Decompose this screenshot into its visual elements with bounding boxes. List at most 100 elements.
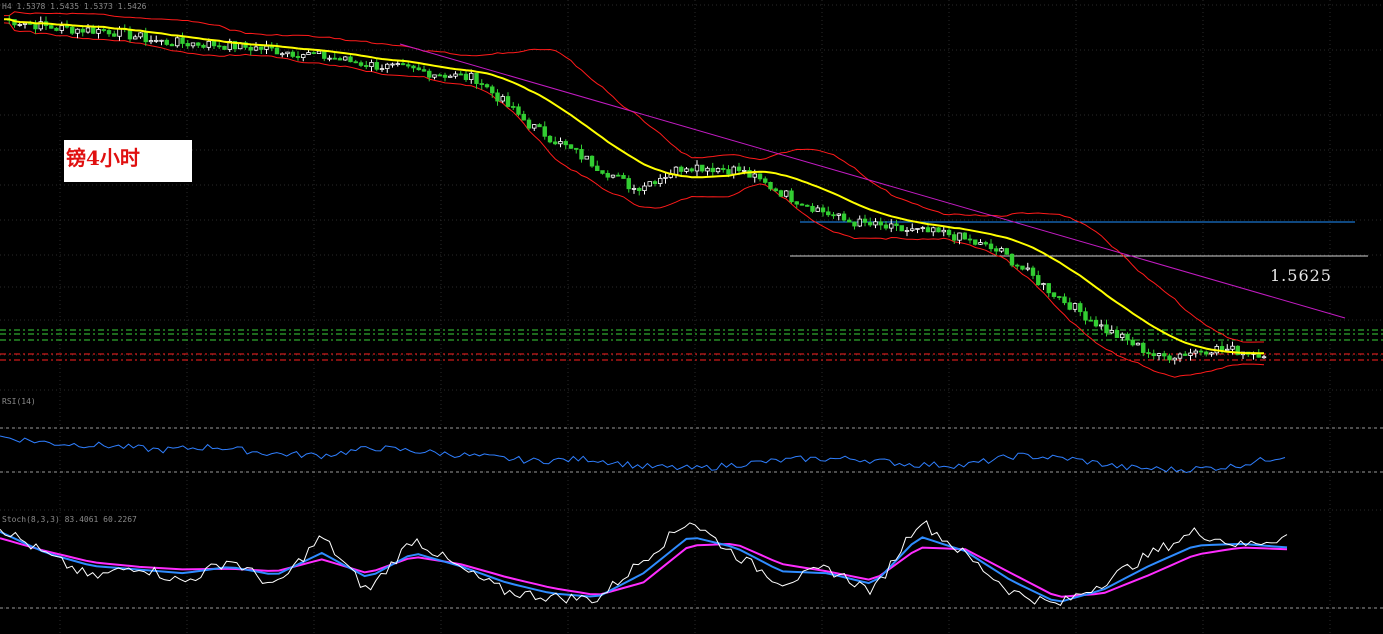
candle-body <box>1188 352 1193 356</box>
candle-body <box>500 96 505 102</box>
candle-body <box>406 64 411 67</box>
candle-body <box>1062 296 1067 304</box>
price-chart[interactable] <box>0 0 1383 634</box>
candle <box>442 72 448 82</box>
candle <box>1156 352 1162 361</box>
candle-body <box>432 74 437 78</box>
candle <box>175 35 180 48</box>
candle <box>978 239 983 245</box>
candle-body <box>280 53 285 56</box>
candle <box>910 223 915 232</box>
candle <box>463 69 469 82</box>
candle-body <box>773 188 778 192</box>
candle <box>1235 345 1240 356</box>
candle-body <box>253 46 259 51</box>
candle-body <box>836 213 841 216</box>
candle <box>616 172 621 177</box>
candle <box>815 205 820 212</box>
candle-body <box>1030 267 1036 276</box>
candle <box>610 174 616 179</box>
candle <box>169 43 175 47</box>
candle-body <box>873 221 878 226</box>
candle-body <box>1099 324 1104 327</box>
candle <box>259 46 264 55</box>
candle-body <box>495 92 500 102</box>
candle-body <box>358 62 364 66</box>
candle <box>526 117 532 131</box>
candle-body <box>915 228 920 230</box>
candle <box>763 176 768 185</box>
candle-body <box>148 40 154 43</box>
candle <box>253 42 259 52</box>
candle <box>311 51 316 55</box>
candle <box>1099 319 1104 330</box>
candle <box>805 204 810 207</box>
candle-body <box>1004 248 1009 255</box>
candle-body <box>988 243 994 250</box>
candle-body <box>763 178 768 183</box>
candle-body <box>1172 357 1177 361</box>
candle-body <box>574 147 579 150</box>
stoch-signal-line <box>0 530 1288 603</box>
stoch-signal2-line <box>0 537 1288 598</box>
candle-body <box>689 168 694 172</box>
candle <box>700 164 705 173</box>
candle-body <box>862 218 868 223</box>
candle-body <box>910 228 915 231</box>
candle <box>589 155 595 168</box>
candle <box>710 162 715 176</box>
candle <box>80 25 85 37</box>
candle <box>1004 247 1009 255</box>
candle-body <box>1151 353 1156 357</box>
candle-body <box>684 168 689 172</box>
candle <box>222 45 227 50</box>
candle-body <box>390 63 395 66</box>
candle <box>164 38 169 46</box>
candle-body <box>847 219 852 223</box>
candle-body <box>936 227 941 233</box>
candle <box>1261 354 1267 359</box>
candle-body <box>211 40 217 47</box>
candle-body <box>1104 324 1109 334</box>
candle-body <box>595 165 600 171</box>
candle-body <box>1146 352 1151 355</box>
candle <box>658 174 663 187</box>
candle-body <box>1125 333 1130 341</box>
candle-body <box>778 190 784 197</box>
candle <box>584 155 589 160</box>
candle <box>379 64 385 72</box>
candle <box>673 166 679 179</box>
candle-body <box>348 56 353 63</box>
candle <box>1172 357 1177 365</box>
candle <box>385 62 390 73</box>
candle <box>920 226 925 233</box>
candle-body <box>154 39 159 42</box>
candle <box>290 50 295 59</box>
candle-body <box>941 229 946 233</box>
candle-body <box>143 32 148 43</box>
candle-body <box>85 27 91 33</box>
candle-body <box>694 164 700 172</box>
candle <box>1020 265 1025 271</box>
candle <box>1072 302 1078 313</box>
candle-body <box>395 63 400 65</box>
candle <box>621 172 626 179</box>
candle-body <box>820 207 826 213</box>
candle <box>196 42 201 48</box>
candle <box>1030 265 1036 280</box>
candle <box>1130 336 1135 347</box>
candle-body <box>1015 264 1020 267</box>
candle <box>280 52 285 58</box>
candle-body <box>379 68 385 70</box>
candle-body <box>343 56 348 61</box>
candle-body <box>17 24 22 26</box>
candle-body <box>616 174 621 177</box>
candle-body <box>563 141 568 146</box>
candle-body <box>1183 353 1188 356</box>
candle-body <box>700 164 705 172</box>
candle-body <box>973 239 978 245</box>
candle <box>1114 326 1120 338</box>
candle <box>390 62 395 68</box>
candle <box>789 188 794 204</box>
candle <box>474 72 479 89</box>
